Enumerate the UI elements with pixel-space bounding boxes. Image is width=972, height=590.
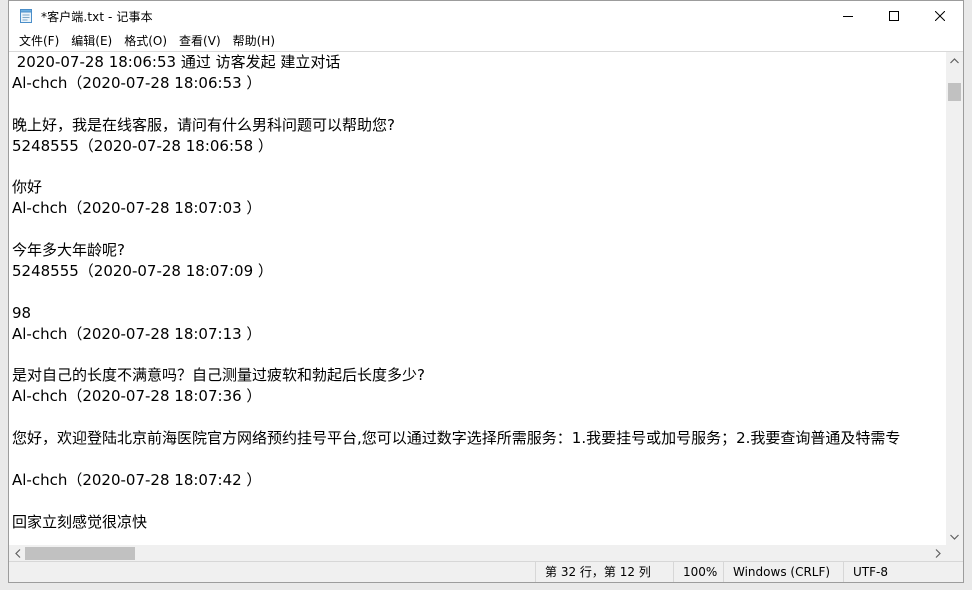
text-line: Al-chch（2020-07-28 18:07:03 ） <box>12 199 262 218</box>
scroll-up-arrow-icon[interactable] <box>946 52 963 69</box>
text-line <box>9 449 946 470</box>
scroll-down-arrow-icon[interactable] <box>946 528 963 545</box>
text-line <box>9 94 946 115</box>
text-line <box>9 491 946 512</box>
status-bar: 第 32 行，第 12 列 100% Windows (CRLF) UTF-8 <box>9 561 963 582</box>
text-line: Al-chch（2020-07-28 18:07:36 ） <box>12 387 262 406</box>
text-line: 晚上好，我是在线客服，请问有什么男科问题可以帮助您? <box>12 115 395 134</box>
text-line <box>9 282 946 303</box>
text-line: 是对自己的长度不满意吗？自己测量过疲软和勃起后长度多少? <box>12 366 425 385</box>
text-line: 2020-07-28 18:06:53 通过 访客发起 建立对话 <box>12 53 341 71</box>
horizontal-scrollbar[interactable] <box>9 545 946 562</box>
text-line: 你好 <box>12 178 43 197</box>
text-line <box>9 219 946 240</box>
notepad-window: *客户端.txt - 记事本 文件(F) 编辑(E) 格式(O) 查看(V) 帮… <box>8 0 964 583</box>
text-line <box>9 407 946 428</box>
title-bar[interactable]: *客户端.txt - 记事本 <box>9 1 963 31</box>
status-cursor-position: 第 32 行，第 12 列 <box>535 562 671 582</box>
menu-view[interactable]: 查看(V) <box>173 31 227 51</box>
text-line: Al-chch（2020-07-28 18:07:42 ） <box>12 470 262 489</box>
text-line: 今年多大年龄呢? <box>12 241 125 260</box>
close-button[interactable] <box>917 1 963 31</box>
text-line: 回家立刻感觉很凉快 <box>12 512 148 531</box>
scroll-right-arrow-icon[interactable] <box>929 545 946 562</box>
menu-edit[interactable]: 编辑(E) <box>65 31 118 51</box>
vertical-scroll-thumb[interactable] <box>948 83 961 101</box>
text-line: 您好，欢迎登陆北京前海医院官方网络预约挂号平台,您可以通过数字选择所需服务：1.… <box>12 429 901 448</box>
text-line: Al-chch（2020-07-28 18:07:13 ） <box>12 324 262 343</box>
status-zoom: 100% <box>673 562 723 582</box>
text-line <box>9 344 946 365</box>
text-line: 5248555（2020-07-28 18:07:09 ） <box>12 261 273 280</box>
scroll-left-arrow-icon[interactable] <box>9 545 26 562</box>
horizontal-scroll-thumb[interactable] <box>25 547 135 560</box>
menu-format[interactable]: 格式(O) <box>118 31 173 51</box>
maximize-button[interactable] <box>871 1 917 31</box>
text-editor[interactable]: 2020-07-28 18:06:53 通过 访客发起 建立对话 Al-chch… <box>9 52 946 545</box>
scrollbar-corner <box>946 545 963 562</box>
close-icon <box>935 11 945 21</box>
maximize-icon <box>889 11 899 21</box>
window-title: *客户端.txt - 记事本 <box>41 9 153 24</box>
status-line-ending: Windows (CRLF) <box>723 562 843 582</box>
text-line <box>9 156 946 177</box>
menu-help[interactable]: 帮助(H) <box>227 31 281 51</box>
editor: 2020-07-28 18:06:53 通过 访客发起 建立对话 Al-chch… <box>9 51 963 562</box>
text-line: 98 <box>12 303 32 322</box>
menu-file[interactable]: 文件(F) <box>13 31 65 51</box>
minimize-icon <box>843 16 853 17</box>
minimize-button[interactable] <box>825 1 871 31</box>
menu-bar: 文件(F) 编辑(E) 格式(O) 查看(V) 帮助(H) <box>9 31 963 51</box>
status-encoding: UTF-8 <box>843 562 963 582</box>
text-line: Al-chch（2020-07-28 18:06:53 ） <box>12 73 262 92</box>
vertical-scrollbar[interactable] <box>946 52 963 545</box>
notepad-icon <box>18 8 34 24</box>
text-line: 5248555（2020-07-28 18:06:58 ） <box>12 136 273 155</box>
